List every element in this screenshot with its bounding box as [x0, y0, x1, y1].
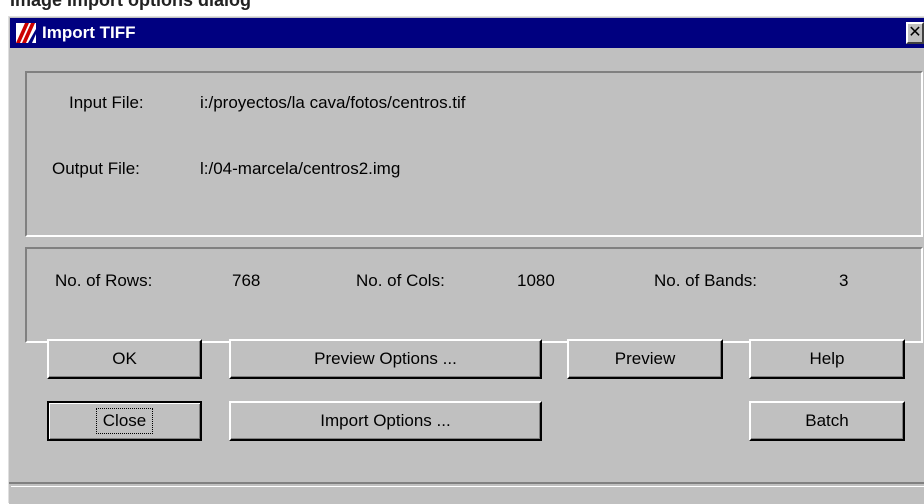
- preview-button[interactable]: Preview: [567, 339, 723, 379]
- close-window-button[interactable]: ✕: [906, 22, 924, 44]
- title-bar[interactable]: Import TIFF ✕: [10, 18, 924, 48]
- background-window-caption: Image Import options dialog: [0, 0, 924, 16]
- rows-label: No. of Rows:: [55, 271, 153, 290]
- ok-button[interactable]: OK: [47, 339, 202, 379]
- input-file-value: i:/proyectos/la cava/fotos/centros.tif: [200, 93, 466, 112]
- background-caption-text: Image Import options dialog: [10, 0, 252, 10]
- image-dimensions-panel: [25, 247, 923, 343]
- close-icon: ✕: [908, 24, 922, 41]
- bands-value: 3: [839, 271, 849, 290]
- output-file-value: l:/04-marcela/centros2.img: [200, 159, 401, 178]
- input-file-label: Input File:: [69, 93, 144, 112]
- cols-label: No. of Cols:: [356, 271, 445, 290]
- output-file-label: Output File:: [52, 159, 140, 178]
- help-button[interactable]: Help: [749, 339, 905, 379]
- cols-value: 1080: [517, 271, 555, 290]
- close-button-label: Close: [95, 408, 154, 434]
- file-info-panel: [25, 71, 923, 237]
- status-bar: [9, 482, 924, 504]
- preview-options-button[interactable]: Preview Options ...: [229, 339, 542, 379]
- import-options-button[interactable]: Import Options ...: [229, 401, 542, 441]
- status-bar-field: [11, 486, 924, 504]
- window-title: Import TIFF: [42, 23, 136, 42]
- rows-value: 768: [232, 271, 261, 290]
- import-tiff-dialog: Import TIFF ✕ Input File: i:/proyectos/l…: [8, 16, 924, 504]
- app-logo-icon: [16, 23, 36, 43]
- batch-button[interactable]: Batch: [749, 401, 905, 441]
- bands-label: No. of Bands:: [654, 271, 758, 290]
- close-button[interactable]: Close: [47, 401, 202, 441]
